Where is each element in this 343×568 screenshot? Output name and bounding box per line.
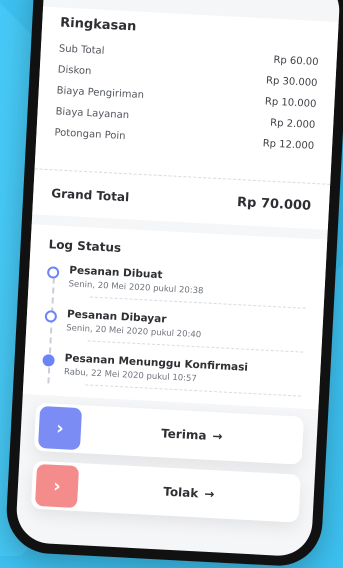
timeline: Pesanan Dibuat Senin, 20 Mei 2020 pukul … [41,263,308,408]
reject-button[interactable]: › Tolak → [30,460,301,523]
timeline-dot-icon [44,310,58,323]
chevron-glyph: › [52,475,62,497]
timeline-text: Pesanan Dibuat Senin, 20 Mei 2020 pukul … [68,264,307,309]
timeline-dot-icon [46,266,60,279]
log-status-title: Log Status [48,237,122,255]
accept-button[interactable]: › Terima → [33,402,304,465]
grand-total-label: Grand Total [50,185,130,204]
chevron-right-icon: › [34,463,80,509]
summary-label: Biaya Layanan [55,106,130,122]
chevron-right-icon: › [37,405,83,451]
reject-label: Tolak → [78,480,300,506]
actions: › Terima → › Tolak → [30,402,304,533]
summary-label: Potongan Poin [54,127,126,143]
log-status-section: Log Status Pesanan Dibuat Senin, 20 Mei … [22,224,328,410]
summary-section: Ringkasan Sub Total Rp 60.00 Diskon Rp 3… [34,6,339,184]
summary-value: Rp 2.000 [269,117,316,131]
summary-list: Sub Total Rp 60.00 Diskon Rp 30.000 Biay… [54,38,319,156]
arrow-right-icon: → [212,429,223,444]
accept-text: Terima [160,426,207,443]
summary-label: Sub Total [58,43,105,57]
summary-label: Biaya Pengiriman [56,85,145,101]
phone-screen: Ringkasan Sub Total Rp 60.00 Diskon Rp 3… [15,0,341,558]
reject-text: Tolak [162,484,199,501]
summary-value: Rp 30.000 [265,75,318,90]
arrow-right-icon: → [203,486,215,502]
summary-value: Rp 10.000 [264,96,317,111]
summary-title: Ringkasan [59,15,137,35]
summary-value: Rp 12.000 [262,138,315,152]
accept-label: Terima → [81,422,303,448]
summary-value: Rp 60.00 [273,54,319,69]
phone-frame: Ringkasan Sub Total Rp 60.00 Diskon Rp 3… [4,0,343,568]
summary-label: Diskon [57,64,92,78]
chevron-glyph: › [55,417,65,439]
grand-total-value: Rp 70.000 [236,195,312,214]
timeline-dot-filled-icon [42,354,55,367]
